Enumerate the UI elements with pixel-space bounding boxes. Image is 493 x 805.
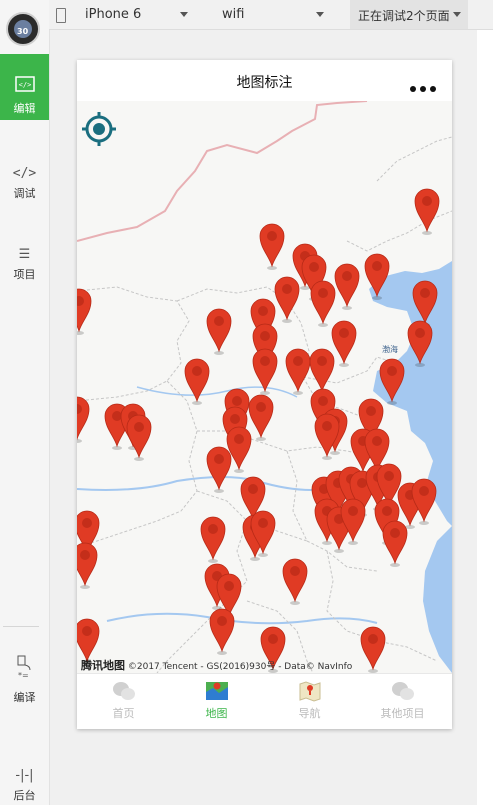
debug-pages-button[interactable]: 正在调试2个页面 [350,0,468,29]
svg-text:*=: *= [18,671,29,680]
map-copyright: 腾讯地图 ©2017 Tencent - GS(2016)930号 - Data… [81,657,352,673]
compile-icon: *= [0,655,49,685]
map-marker-icon[interactable] [126,414,152,461]
chevron-down-icon [453,12,461,17]
user-avatar[interactable]: 30 [6,12,40,46]
map-marker-icon[interactable] [382,520,408,567]
map-view[interactable]: 渤海 腾讯地图 ©2017 Tencent - GS(2016)930号 - D… [77,101,452,673]
map-marker-icon[interactable] [200,516,226,563]
tab-label: 地图 [205,707,228,720]
tab-navigation[interactable]: 导航 [263,680,356,721]
map-marker-icon[interactable] [274,276,300,323]
phone-simulator: 地图标注 渤海 腾讯地图 ©2017 Tencent - GS(2016)930… [77,60,452,729]
map-marker-icon[interactable] [77,396,90,443]
map-marker-icon[interactable] [411,478,437,525]
river [136,386,298,398]
sidebar-divider [3,626,39,627]
left-sidebar: 30 </> 编辑 </> 调试 ☰ 项目 *= 编译 -|-| 后台 [0,0,50,805]
sidebar-item-label: 后台 [13,789,36,802]
map-marker-icon[interactable] [334,263,360,310]
crosshair-icon [82,112,116,146]
sidebar-item-backend[interactable]: -|-| 后台 [0,768,49,803]
sidebar-item-label: 调试 [13,187,36,200]
map-marker-icon[interactable] [226,426,252,473]
tab-home[interactable]: 首页 [77,680,170,721]
chevron-down-icon [316,12,324,17]
chevron-down-icon [180,12,188,17]
sidebar-item-project[interactable]: ☰ 项目 [0,247,49,282]
backend-icon: -|-| [15,768,34,783]
tab-other-projects[interactable]: 其他项目 [356,680,449,721]
sidebar-item-label: 项目 [13,268,36,281]
sea-label: 渤海 [382,345,398,354]
map-icon [205,680,229,702]
network-select[interactable]: wifi [222,7,244,22]
map-marker-icon[interactable] [77,542,98,589]
map-marker-icon[interactable] [414,188,440,235]
wechat-icon [112,680,136,702]
more-menu-icon[interactable] [406,77,436,96]
map-logo: 腾讯地图 [81,659,125,672]
sea-water [423,526,452,673]
sidebar-item-edit[interactable]: </> 编辑 [0,54,49,120]
right-panel-edge [477,30,493,805]
map-marker-icon[interactable] [360,626,386,673]
device-select[interactable]: iPhone 6 [85,7,141,22]
top-toolbar: iPhone 6 wifi 正在调试2个页面 [49,0,493,30]
page-title: 地图标注 [236,75,293,91]
tab-map[interactable]: 地图 [170,680,263,721]
map-marker-icon[interactable] [285,348,311,395]
tab-label: 首页 [112,707,135,720]
map-marker-icon[interactable] [310,280,336,327]
wechat-icon [391,680,415,702]
map-marker-icon[interactable] [77,288,92,335]
code-icon: </> [12,166,37,181]
sidebar-item-debug[interactable]: </> 调试 [0,166,49,201]
sidebar-item-compile[interactable]: *= 编译 [0,655,49,705]
national-border [77,101,368,242]
map-marker-icon[interactable] [259,223,285,270]
map-marker-icon[interactable] [248,394,274,441]
sidebar-item-label: 编译 [13,691,36,704]
debug-label: 正在调试2个页面 [358,9,450,23]
phone-icon [56,8,66,23]
menu-icon: ☰ [18,247,31,262]
map-marker-icon[interactable] [206,308,232,355]
avatar-number: 30 [17,27,29,36]
tab-label: 导航 [298,707,321,720]
map-marker-icon[interactable] [331,320,357,367]
locate-button[interactable] [81,111,117,147]
navigation-map-icon [298,680,322,702]
map-copyright-text: ©2017 Tencent - GS(2016)930号 - Data© Nav… [127,662,353,672]
map-marker-icon[interactable] [184,358,210,405]
tab-label: 其他项目 [380,707,425,720]
marker-layer [77,188,440,673]
map-marker-icon[interactable] [209,608,235,655]
river [106,612,378,625]
tab-bar: 首页 地图 导航 其他项目 [77,673,452,729]
river [77,476,328,491]
code-box-icon: </> [0,76,49,96]
map-marker-icon[interactable] [206,446,232,493]
map-marker-icon[interactable] [309,348,335,395]
sidebar-item-label: 编辑 [13,102,36,115]
map-marker-icon[interactable] [282,558,308,605]
page-navbar: 地图标注 [77,60,452,101]
svg-text:</>: </> [18,81,31,89]
